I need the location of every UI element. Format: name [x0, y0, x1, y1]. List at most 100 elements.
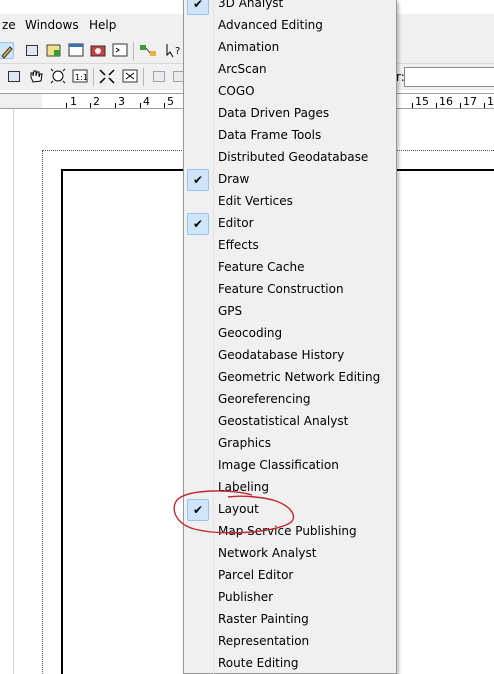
ruler-tick: [90, 103, 91, 108]
menu-item-label: Graphics: [218, 436, 271, 450]
ruler-mark: 15: [415, 95, 429, 108]
ruler-mark: 2: [93, 95, 100, 108]
toolbar-separator: [143, 68, 144, 86]
menu-item-label: ArcScan: [218, 62, 267, 76]
toolbars-menu: ✔ 3D Analyst Advanced Editing Animation ArcS…: [183, 0, 397, 674]
menu-item-label: Parcel Editor: [218, 568, 294, 582]
zoom-100-percent-icon[interactable]: 1:1: [71, 68, 89, 85]
model-builder-icon[interactable]: [139, 42, 157, 59]
menu-item-editor[interactable]: ✔ Editor: [184, 213, 396, 235]
menu-item-label: 3D Analyst: [218, 0, 284, 10]
menu-item-draw[interactable]: ✔ Draw: [184, 169, 396, 191]
menu-item-geodatabase-history[interactable]: Geodatabase History: [184, 345, 396, 367]
svg-text:1:1: 1:1: [75, 73, 88, 82]
menu-item-image-classification[interactable]: Image Classification: [184, 455, 396, 477]
ruler-mark: 16: [439, 95, 453, 108]
menu-item-data-driven-pages[interactable]: Data Driven Pages: [184, 103, 396, 125]
menu-item-feature-cache[interactable]: Feature Cache: [184, 257, 396, 279]
menu-item-gps[interactable]: GPS: [184, 301, 396, 323]
python-window-icon[interactable]: [111, 42, 129, 59]
menu-item-label: Effects: [218, 238, 259, 252]
ruler-tick: [140, 103, 141, 108]
fixed-zoom-icon[interactable]: [49, 68, 67, 85]
zoom-whole-page-icon[interactable]: [5, 68, 23, 85]
menu-item-network-analyst[interactable]: Network Analyst: [184, 543, 396, 565]
menu-item-route-editing[interactable]: Route Editing: [184, 653, 396, 674]
menu-item-label: COGO: [218, 84, 255, 98]
menu-item-label: Animation: [218, 40, 280, 54]
menu-help[interactable]: Help: [89, 18, 116, 32]
toolbox-window-icon[interactable]: [67, 42, 85, 59]
menu-item-parcel-editor[interactable]: Parcel Editor: [184, 565, 396, 587]
menu-item-data-frame-tools[interactable]: Data Frame Tools: [184, 125, 396, 147]
ruler-mark: 5: [167, 95, 174, 108]
menu-item-label: Raster Painting: [218, 612, 309, 626]
ruler-mark: 3: [118, 95, 125, 108]
menu-item-raster-painting[interactable]: Raster Painting: [184, 609, 396, 631]
toolbar-separator: [93, 68, 94, 86]
ruler-tick: [164, 103, 165, 108]
menu-item-label: Route Editing: [218, 656, 299, 670]
ruler-mark: 4: [143, 95, 150, 108]
menu-item-feature-construction[interactable]: Feature Construction: [184, 279, 396, 301]
menu-item-label: Feature Cache: [218, 260, 305, 274]
menu-item-publisher[interactable]: Publisher: [184, 587, 396, 609]
catalog-icon[interactable]: [45, 42, 63, 59]
zoom-in-fixed-icon[interactable]: [98, 68, 116, 85]
menu-item-label: Image Classification: [218, 458, 339, 472]
checkmark-icon: ✔: [187, 213, 209, 235]
ruler-mark: 18: [487, 95, 494, 108]
menu-customize[interactable]: ze: [2, 18, 16, 32]
menu-item-effects[interactable]: Effects: [184, 235, 396, 257]
ruler-mark: 17: [463, 95, 477, 108]
menu-item-label: Geostatistical Analyst: [218, 414, 349, 428]
ruler-tick: [66, 103, 67, 108]
menu-item-geometric-network-editing[interactable]: Geometric Network Editing: [184, 367, 396, 389]
menu-item-label: Geometric Network Editing: [218, 370, 381, 384]
zoom-out-fixed-icon[interactable]: [121, 68, 139, 85]
menu-item-label: Distributed Geodatabase: [218, 150, 369, 164]
ruler-mark: 1: [70, 95, 77, 108]
menu-item-label: Representation: [218, 634, 310, 648]
menu-item-distributed-geodatabase[interactable]: Distributed Geodatabase: [184, 147, 396, 169]
menu-item-label: Geodatabase History: [218, 348, 345, 362]
red-annotation-ellipse: [173, 490, 295, 534]
menu-item-cogo[interactable]: COGO: [184, 81, 396, 103]
menu-item-label: Geocoding: [218, 326, 283, 340]
table-icon[interactable]: [23, 42, 41, 59]
menu-item-label: Edit Vertices: [218, 194, 293, 208]
ruler-corner: [0, 93, 42, 109]
menu-item-advanced-editing[interactable]: Advanced Editing: [184, 15, 396, 37]
ruler-tick: [484, 103, 485, 108]
menu-item-label: Network Analyst: [218, 546, 317, 560]
menu-item-representation[interactable]: Representation: [184, 631, 396, 653]
pan-hand-icon[interactable]: [27, 68, 45, 85]
menu-item-graphics[interactable]: Graphics: [184, 433, 396, 455]
whats-this-help-icon[interactable]: ?: [164, 42, 182, 59]
menu-item-3d-analyst[interactable]: ✔ 3D Analyst: [184, 0, 396, 15]
menu-item-arcscan[interactable]: ArcScan: [184, 59, 396, 81]
checkmark-icon: ✔: [187, 0, 209, 15]
menu-item-edit-vertices[interactable]: Edit Vertices: [184, 191, 396, 213]
back-extent-icon[interactable]: [150, 68, 168, 85]
arctoolbox-icon[interactable]: [89, 42, 107, 59]
menu-item-label: Georeferencing: [218, 392, 311, 406]
menu-item-label: Advanced Editing: [218, 18, 323, 32]
ruler-tick: [460, 103, 461, 108]
editor-pencil-icon[interactable]: [0, 42, 14, 59]
ruler-tick: [115, 103, 116, 108]
svg-text:?: ?: [175, 46, 180, 57]
menu-item-geostatistical-analyst[interactable]: Geostatistical Analyst: [184, 411, 396, 433]
menu-item-geocoding[interactable]: Geocoding: [184, 323, 396, 345]
zoom-percent-combo[interactable]: [404, 67, 494, 87]
menu-item-georeferencing[interactable]: Georeferencing: [184, 389, 396, 411]
vertical-ruler: [0, 109, 14, 674]
menu-item-label: Publisher: [218, 590, 274, 604]
ruler-tick: [436, 103, 437, 108]
menu-item-animation[interactable]: Animation: [184, 37, 396, 59]
menu-item-label: GPS: [218, 304, 243, 318]
checkmark-icon: ✔: [187, 169, 209, 191]
menu-windows[interactable]: Windows: [25, 18, 79, 32]
ruler-tick: [412, 103, 413, 108]
menu-item-label: Draw: [218, 172, 250, 186]
